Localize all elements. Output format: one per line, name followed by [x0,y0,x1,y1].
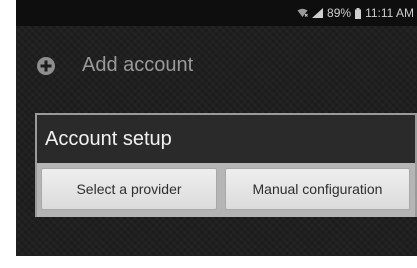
account-setup-dialog: Account setup Select a provider Manual c… [35,113,417,217]
battery-percent: 89% [327,6,352,20]
select-provider-button[interactable]: Select a provider [41,168,217,210]
clock: 11:11 AM [365,6,414,20]
bottom-margin [0,256,417,268]
page-title: Add account [82,54,194,76]
dialog-title: Account setup [45,128,172,150]
signal-icon [312,8,324,18]
phone-screen: 89% 11:11 AM Add account Account setup S… [16,0,417,256]
wifi-icon [297,8,308,18]
add-circle-icon[interactable] [36,56,56,76]
status-bar: 89% 11:11 AM [16,0,417,26]
dialog-button-bar: Select a provider Manual configuration [37,163,415,217]
action-bar: Add account [16,44,417,88]
manual-configuration-button[interactable]: Manual configuration [225,168,410,210]
battery-icon [355,7,362,19]
